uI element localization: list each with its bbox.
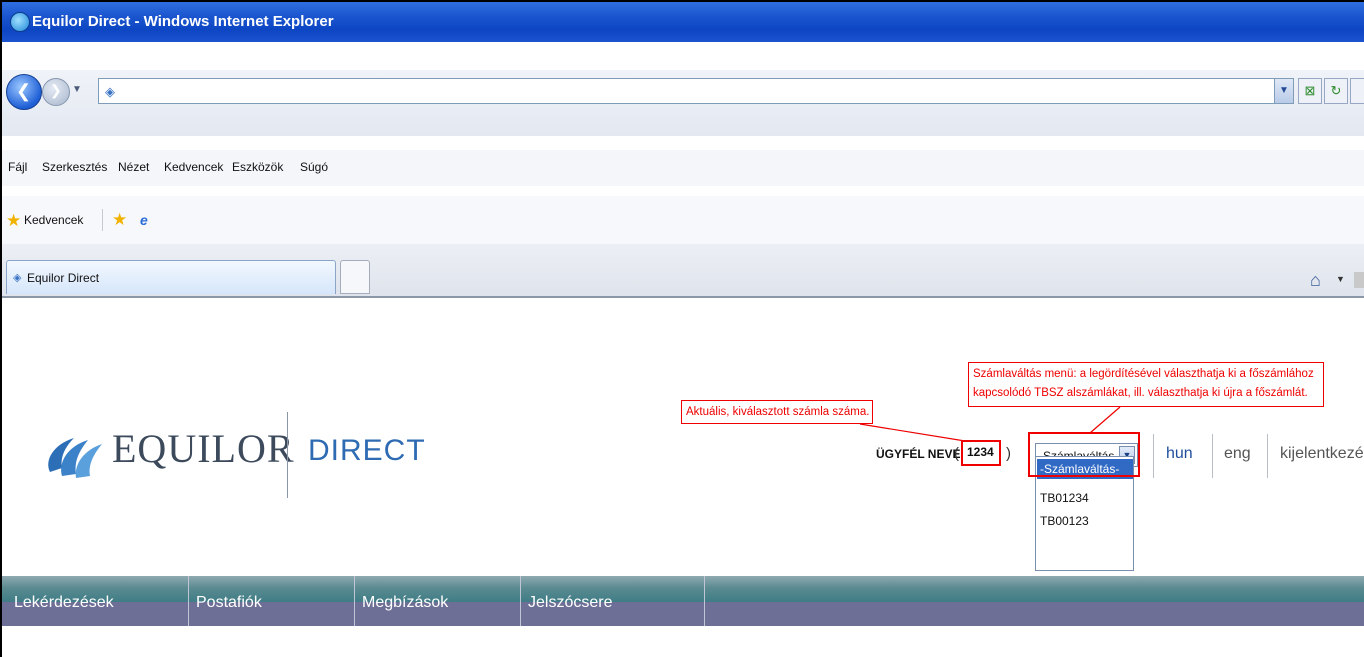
pointer-line [859, 423, 966, 442]
separator [520, 576, 521, 626]
nav-password-change[interactable]: Jelszócsere [522, 590, 702, 626]
nav-label: Postafiók [196, 594, 262, 611]
nav-band [2, 576, 1364, 588]
separator [188, 576, 189, 626]
pointer-line [1089, 406, 1121, 434]
nav-label: Lekérdezések [14, 594, 114, 611]
nav-queries[interactable]: Lekérdezések [8, 590, 186, 626]
nav-label: Megbízások [362, 594, 449, 611]
separator [354, 576, 355, 626]
nav-mailbox[interactable]: Postafiók [190, 590, 354, 626]
annotation-pointers [859, 406, 1121, 442]
separator [704, 576, 705, 626]
nav-orders[interactable]: Megbízások [356, 590, 518, 626]
nav-label: Jelszócsere [528, 594, 613, 611]
